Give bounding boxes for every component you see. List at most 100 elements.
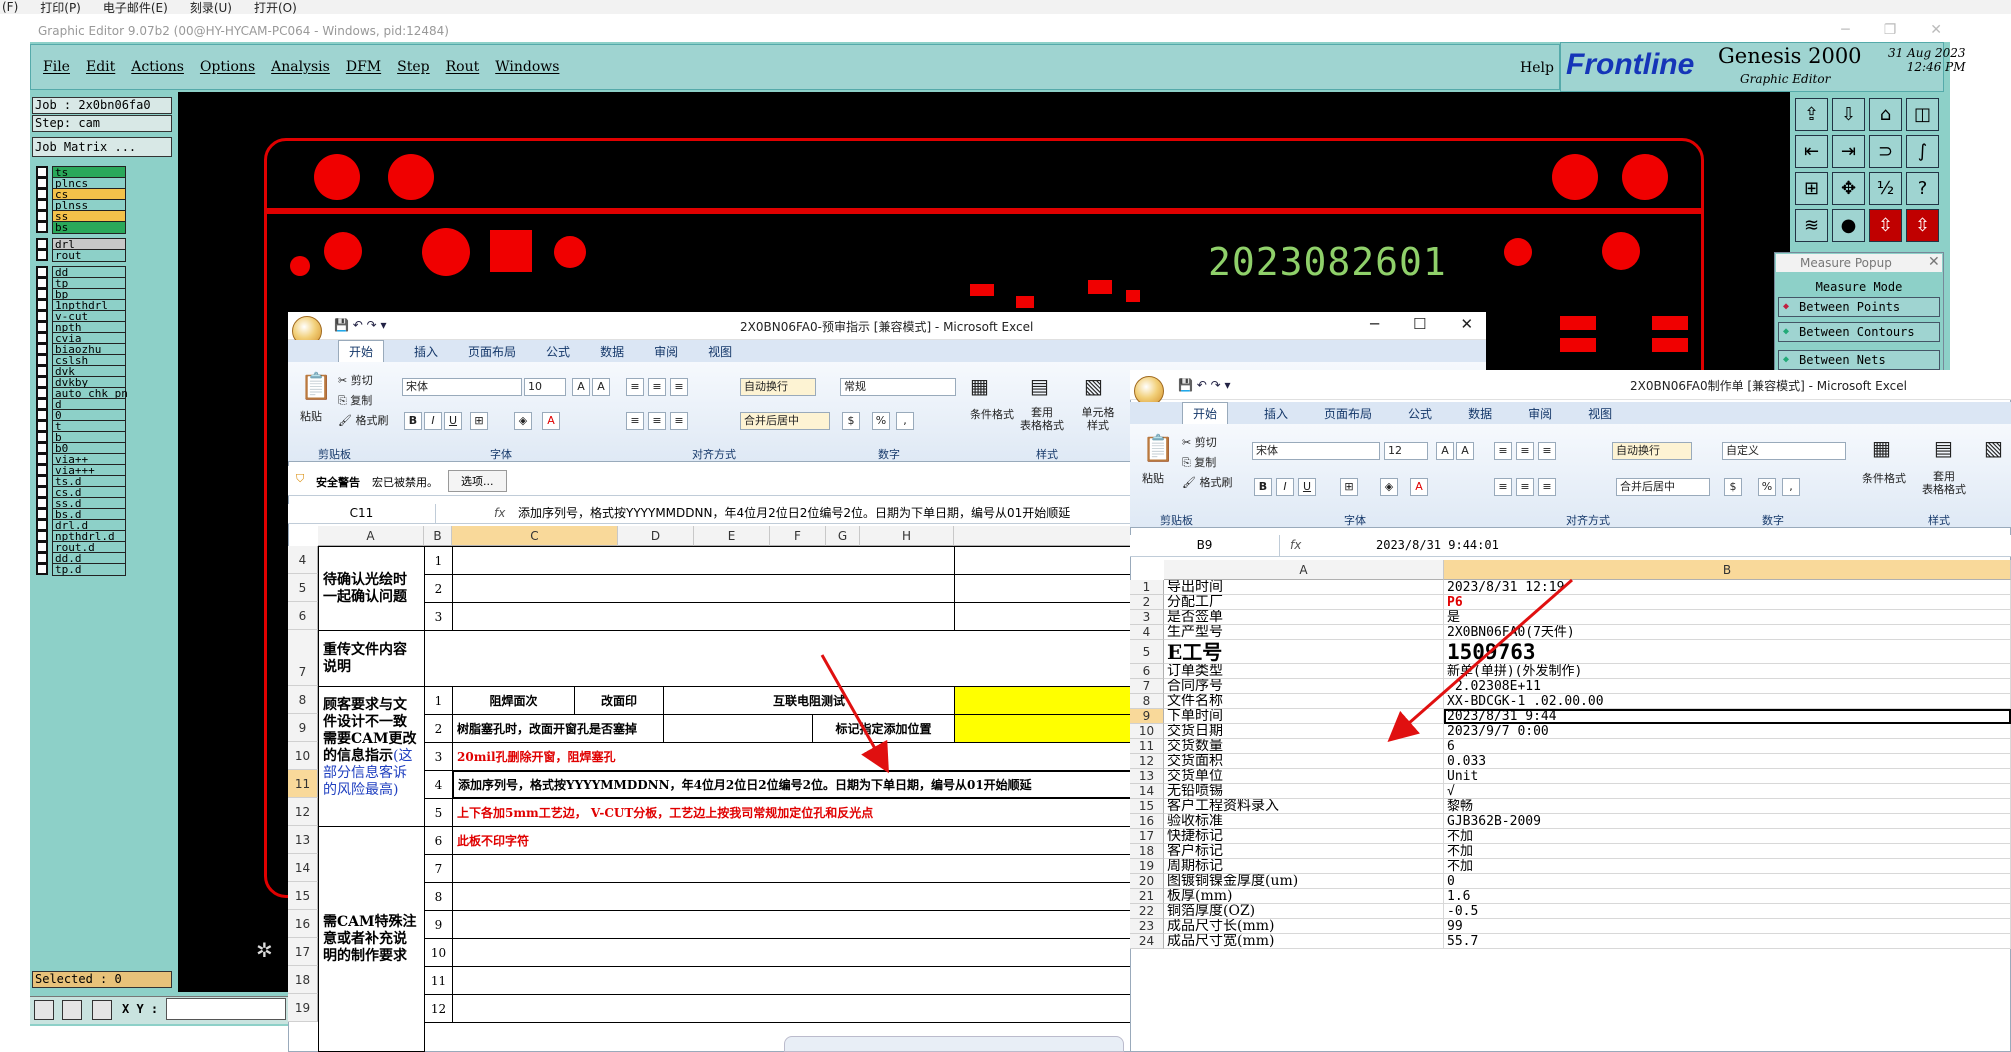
- row-header[interactable]: 12: [288, 798, 318, 826]
- field-value[interactable]: 是: [1444, 610, 2011, 625]
- cell[interactable]: 改面印: [574, 686, 664, 715]
- tab-page-layout[interactable]: 页面布局: [468, 343, 516, 360]
- quick-access-icon[interactable]: 💾 ↶ ↷ ▾: [334, 318, 387, 332]
- field-value[interactable]: 不加: [1444, 829, 2011, 844]
- toolbar-button-icon[interactable]: ⇤: [1795, 135, 1828, 168]
- bold-icon[interactable]: B: [404, 412, 422, 430]
- layer-checkbox[interactable]: [36, 221, 48, 233]
- field-value[interactable]: 不加: [1444, 844, 2011, 859]
- measure-option-nets[interactable]: ◆ Between Nets: [1778, 350, 1940, 370]
- row-header[interactable]: 11: [288, 770, 318, 798]
- tab-data[interactable]: 数据: [1468, 405, 1492, 422]
- row-header[interactable]: 22: [1130, 904, 1164, 919]
- fx-icon[interactable]: fx: [1290, 535, 1301, 556]
- field-value[interactable]: Unit: [1444, 769, 2011, 784]
- number-format-select[interactable]: 自定义: [1722, 442, 1846, 460]
- row-header[interactable]: 16: [1130, 814, 1164, 829]
- comma-icon[interactable]: ,: [1782, 478, 1800, 496]
- field-label[interactable]: 图镀铜镍金厚度(um): [1164, 874, 1444, 889]
- field-label[interactable]: 无铅喷锡: [1164, 784, 1444, 799]
- field-label[interactable]: 下单时间: [1164, 709, 1444, 724]
- toolbar-button-icon[interactable]: ◫: [1906, 98, 1939, 131]
- row-header[interactable]: 24: [1130, 934, 1164, 949]
- row-header[interactable]: 1: [1130, 580, 1164, 595]
- tab-view[interactable]: 视图: [1588, 405, 1612, 422]
- table-format-label[interactable]: 套用 表格格式: [1020, 406, 1064, 432]
- column-header[interactable]: G: [826, 526, 860, 546]
- field-value[interactable]: 0.033: [1444, 754, 2011, 769]
- field-value[interactable]: 新单(单拼)(外发制作): [1444, 664, 2011, 679]
- field-label[interactable]: 快捷标记: [1164, 829, 1444, 844]
- grow-font-icon[interactable]: A: [1436, 442, 1454, 460]
- fit-icon[interactable]: ⊞: [1795, 172, 1828, 205]
- layer-row[interactable]: bs: [32, 220, 146, 234]
- row-header[interactable]: 13: [1130, 769, 1164, 784]
- menu-analysis[interactable]: Analysis: [271, 59, 330, 75]
- paste-icon[interactable]: 📋: [1142, 434, 1174, 464]
- menu-dfm[interactable]: DFM: [346, 59, 381, 75]
- format-painter-button[interactable]: 🖌 格式刷: [338, 412, 388, 428]
- cell-style-icon[interactable]: ▧: [1984, 436, 2003, 460]
- wrap-text-button[interactable]: 自动换行: [1612, 442, 1692, 460]
- number-format-select[interactable]: 常规: [840, 378, 956, 396]
- align-left-icon[interactable]: ≡: [1494, 478, 1512, 496]
- menu-options[interactable]: Options: [200, 59, 255, 75]
- align-center-icon[interactable]: ≡: [1516, 478, 1534, 496]
- row-header[interactable]: 8: [288, 686, 318, 714]
- field-value[interactable]: GJB362B-2009: [1444, 814, 2011, 829]
- conditional-format-icon[interactable]: ▦: [1872, 436, 1891, 460]
- font-color-icon[interactable]: A: [542, 412, 560, 430]
- menu-email[interactable]: 电子邮件(E): [103, 0, 168, 16]
- tab-formulas[interactable]: 公式: [1408, 405, 1432, 422]
- row-header[interactable]: 5: [288, 574, 318, 602]
- grid-tool-icon[interactable]: [92, 1000, 112, 1020]
- close-icon[interactable]: ✕: [1930, 22, 1942, 38]
- row-header[interactable]: 18: [288, 966, 318, 994]
- row-header[interactable]: 7: [1130, 679, 1164, 694]
- align-top-icon[interactable]: ≡: [626, 378, 644, 396]
- italic-icon[interactable]: I: [1276, 478, 1294, 496]
- selected-cell[interactable]: 2023/8/31 9:44: [1444, 709, 2011, 724]
- tab-view[interactable]: 视图: [708, 343, 732, 360]
- tab-review[interactable]: 审阅: [654, 343, 678, 360]
- border-icon[interactable]: ⊞: [1340, 478, 1358, 496]
- field-label[interactable]: 客户标记: [1164, 844, 1444, 859]
- row-header[interactable]: 4: [288, 546, 318, 574]
- table-format-label[interactable]: 套用 表格格式: [1922, 470, 1966, 496]
- field-value[interactable]: √: [1444, 784, 2011, 799]
- align-bottom-icon[interactable]: ≡: [1538, 442, 1556, 460]
- layer-row[interactable]: rout: [32, 248, 146, 262]
- row-header[interactable]: 18: [1130, 844, 1164, 859]
- wrap-text-button[interactable]: 自动换行: [740, 378, 816, 396]
- menu-f[interactable]: (F): [2, 0, 18, 14]
- row-header[interactable]: 10: [1130, 724, 1164, 739]
- cell[interactable]: [452, 574, 955, 603]
- column-header[interactable]: D: [618, 526, 694, 546]
- field-label[interactable]: 分配工厂: [1164, 595, 1444, 610]
- field-label[interactable]: 铜箔厚度(OZ): [1164, 904, 1444, 919]
- half-icon[interactable]: ½: [1869, 172, 1902, 205]
- column-header[interactable]: C: [452, 526, 618, 546]
- job-matrix-button[interactable]: Job Matrix ...: [32, 137, 172, 157]
- paste-icon[interactable]: 📋: [300, 372, 332, 402]
- underline-icon[interactable]: U: [444, 412, 462, 430]
- maximize-icon[interactable]: ☐: [1413, 315, 1426, 333]
- cell-style-label[interactable]: 单元格 样式: [1076, 406, 1120, 432]
- layer-checkbox[interactable]: [36, 563, 48, 575]
- conditional-format-label[interactable]: 条件格式: [970, 406, 1014, 422]
- help-icon[interactable]: ?: [1906, 172, 1939, 205]
- minimize-icon[interactable]: ─: [1841, 22, 1849, 38]
- row-header[interactable]: 3: [1130, 610, 1164, 625]
- fill-color-icon[interactable]: ◈: [514, 412, 532, 430]
- align-bottom-icon[interactable]: ≡: [670, 378, 688, 396]
- row-header[interactable]: 19: [1130, 859, 1164, 874]
- row-header[interactable]: 17: [1130, 829, 1164, 844]
- field-value[interactable]: P6: [1444, 595, 2011, 610]
- menu-burn[interactable]: 刻录(U): [190, 0, 232, 16]
- cell[interactable]: 树脂塞孔时，改面开窗孔是否塞掉: [452, 714, 664, 743]
- field-label[interactable]: 是否签单: [1164, 610, 1444, 625]
- row-header[interactable]: 6: [288, 602, 318, 630]
- column-header[interactable]: B: [1444, 560, 2011, 580]
- field-label[interactable]: 交货面积: [1164, 754, 1444, 769]
- field-value[interactable]: XX-BDCGK-1 .02.00.00: [1444, 694, 2011, 709]
